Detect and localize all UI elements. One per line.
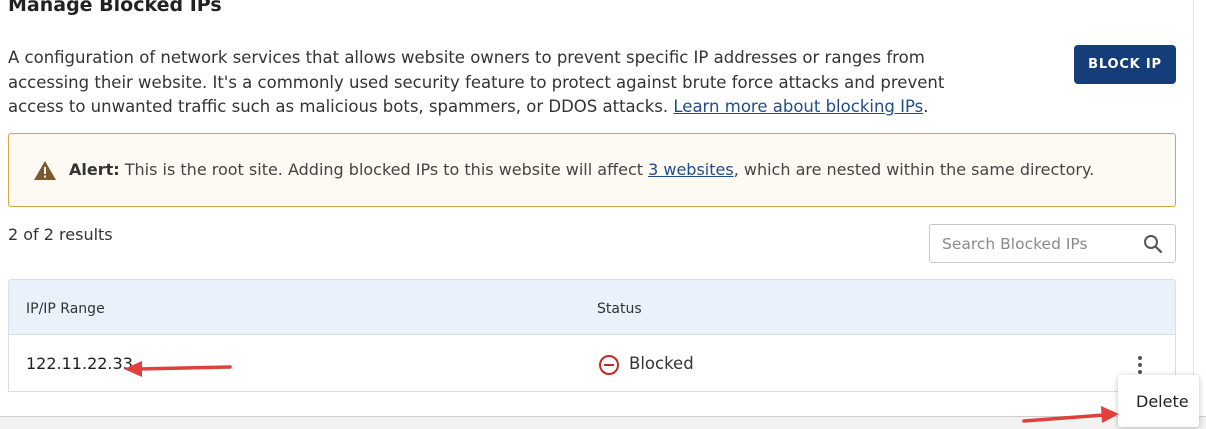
block-ip-button[interactable]: BLOCK IP — [1074, 45, 1176, 84]
affected-websites-link[interactable]: 3 websites — [648, 160, 734, 179]
search-box — [929, 224, 1176, 263]
page-title: Manage Blocked IPs — [8, 0, 222, 16]
page-description: A configuration of network services that… — [8, 46, 998, 120]
learn-more-link[interactable]: Learn more about blocking IPs — [673, 97, 923, 116]
more-options-icon[interactable] — [1130, 353, 1150, 377]
alert-message: Alert: This is the root site. Adding blo… — [69, 159, 1094, 181]
alert-label: Alert: — [69, 160, 120, 179]
search-input[interactable] — [942, 233, 1137, 255]
status-cell: Blocked — [629, 354, 694, 373]
column-header-status[interactable]: Status — [597, 301, 642, 317]
table-header: IP/IP Range Status — [9, 280, 1175, 335]
alert-banner: Alert: This is the root site. Adding blo… — [8, 133, 1176, 207]
content-right-border — [1193, 0, 1194, 429]
delete-menu-item[interactable]: Delete — [1136, 392, 1189, 411]
search-icon[interactable] — [1143, 234, 1163, 254]
results-count: 2 of 2 results — [8, 225, 113, 244]
row-actions-menu: Delete — [1118, 375, 1199, 427]
ip-cell: 122.11.22.33 — [26, 354, 133, 373]
warning-icon — [34, 161, 56, 180]
blocked-icon — [599, 355, 619, 375]
page-bottom-strip — [0, 416, 1206, 429]
table-row: 122.11.22.33 Blocked — [9, 336, 1175, 391]
alert-text-after: , which are nested within the same direc… — [733, 160, 1095, 179]
alert-text-before: This is the root site. Adding blocked IP… — [124, 160, 644, 179]
blocked-ips-table: IP/IP Range Status 122.11.22.33 Blocked — [8, 279, 1176, 392]
column-header-ip[interactable]: IP/IP Range — [26, 301, 105, 317]
description-period: . — [923, 97, 929, 116]
